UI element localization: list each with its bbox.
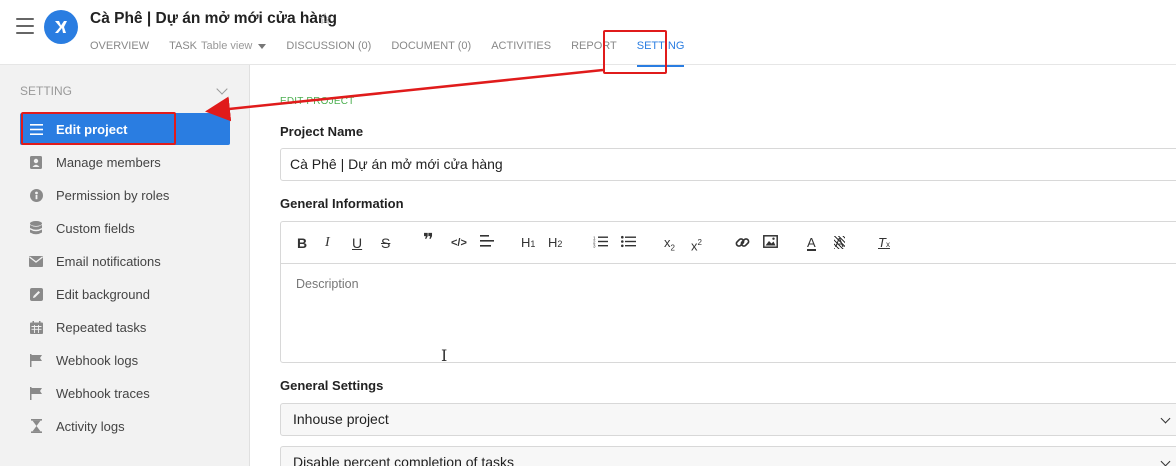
app-logo-icon[interactable]: [44, 10, 78, 44]
star-icon[interactable]: ☆: [318, 9, 332, 29]
description-placeholder[interactable]: Description: [296, 277, 359, 291]
superscript-icon[interactable]: x2: [691, 235, 702, 253]
percent-completion-select[interactable]: Disable percent completion of tasks: [280, 446, 1176, 466]
sidebar-item-label: Manage members: [56, 154, 161, 170]
project-name-label: Project Name: [280, 124, 364, 139]
sidebar-item-edit-background[interactable]: Edit background: [20, 278, 230, 310]
bold-icon[interactable]: B: [297, 235, 307, 251]
email-icon: [29, 254, 43, 268]
flag-icon: [29, 386, 43, 400]
calendar-icon: [29, 320, 43, 334]
general-information-label: General Information: [280, 196, 404, 211]
members-icon: [29, 155, 43, 169]
editor-toolbar: B I U S ❞ </> H1 H2 123 x2 x2 A A Tx: [281, 222, 1176, 264]
project-name-input[interactable]: Cà Phê | Dự án mở mới cửa hàng: [280, 148, 1176, 181]
text-color-icon[interactable]: A: [807, 235, 816, 251]
sidebar-item-permission-by-roles[interactable]: Permission by roles: [20, 179, 230, 211]
clear-format-icon[interactable]: Tx: [878, 235, 890, 251]
bullet-list-icon[interactable]: [621, 235, 636, 251]
heading1-icon[interactable]: H1: [521, 235, 535, 251]
sidebar-item-webhook-traces[interactable]: Webhook traces: [20, 377, 230, 409]
edit-icon: [29, 287, 43, 301]
chevron-down-icon: [1160, 456, 1171, 466]
sidebar-item-manage-members[interactable]: Manage members: [20, 146, 230, 178]
sidebar-item-label: Permission by roles: [56, 187, 170, 203]
background-color-icon[interactable]: A: [834, 235, 845, 251]
project-type-select[interactable]: Inhouse project: [280, 403, 1176, 436]
tab-task[interactable]: TASK Table view: [169, 40, 267, 64]
sidebar-item-activity-logs[interactable]: Activity logs: [20, 410, 230, 442]
ordered-list-icon[interactable]: 123: [593, 235, 608, 251]
code-icon[interactable]: </>: [451, 235, 467, 251]
sidebar-item-label: Custom fields: [56, 220, 135, 236]
strikethrough-icon[interactable]: S: [381, 235, 390, 251]
task-view-selector[interactable]: Table view: [201, 40, 252, 52]
menu-icon[interactable]: [16, 18, 34, 34]
link-icon[interactable]: [735, 235, 750, 251]
percent-completion-value: Disable percent completion of tasks: [293, 454, 514, 466]
italic-icon[interactable]: I: [325, 235, 330, 251]
sidebar-item-webhook-logs[interactable]: Webhook logs: [20, 344, 230, 376]
underline-icon[interactable]: U: [352, 235, 362, 251]
align-icon[interactable]: [480, 235, 494, 251]
chevron-down-icon: [1160, 413, 1171, 424]
edit-project-highlight-box: [21, 112, 176, 145]
flag-icon: [29, 353, 43, 367]
database-icon: [29, 221, 43, 235]
sidebar-item-repeated-tasks[interactable]: Repeated tasks: [20, 311, 230, 343]
tab-discussion[interactable]: DISCUSSION (0): [286, 40, 371, 64]
sidebar-item-label: Activity logs: [56, 418, 125, 434]
image-icon[interactable]: [763, 235, 778, 251]
heading2-icon[interactable]: H2: [548, 235, 562, 251]
project-type-value: Inhouse project: [293, 411, 389, 427]
hourglass-icon: [29, 419, 43, 433]
project-title: Cà Phê | Dự án mở mới cửa hàng: [90, 10, 337, 27]
tab-activities[interactable]: ACTIVITIES: [491, 40, 551, 64]
sidebar-item-label: Repeated tasks: [56, 319, 147, 335]
sidebar-item-email-notifications[interactable]: Email notifications: [20, 245, 230, 277]
sidebar-item-label: Email notifications: [56, 253, 161, 269]
text-cursor-icon: I: [441, 346, 448, 365]
quote-icon[interactable]: ❞: [423, 231, 434, 249]
tab-document[interactable]: DOCUMENT (0): [391, 40, 471, 64]
sidebar-item-label: Webhook logs: [56, 352, 139, 368]
sidebar-item-label: Webhook traces: [56, 385, 150, 401]
sidebar-item-custom-fields[interactable]: Custom fields: [20, 212, 230, 244]
subscript-icon[interactable]: x2: [664, 235, 675, 253]
permission-icon: [29, 188, 43, 202]
svg-text:3: 3: [593, 244, 596, 249]
description-editor: B I U S ❞ </> H1 H2 123 x2 x2 A A Tx Des…: [280, 221, 1176, 363]
section-label: EDIT PROJECT: [280, 96, 355, 107]
sidebar-item-label: Edit background: [56, 286, 150, 302]
sidebar-heading: SETTING: [20, 84, 73, 98]
chevron-down-icon[interactable]: [216, 83, 228, 95]
chevron-down-icon[interactable]: [258, 43, 267, 49]
tab-overview[interactable]: OVERVIEW: [90, 40, 149, 64]
setting-highlight-box: [603, 30, 667, 74]
top-header: Cà Phê | Dự án mở mới cửa hàng ☆ OVERVIE…: [0, 0, 1176, 74]
general-settings-label: General Settings: [280, 378, 384, 393]
